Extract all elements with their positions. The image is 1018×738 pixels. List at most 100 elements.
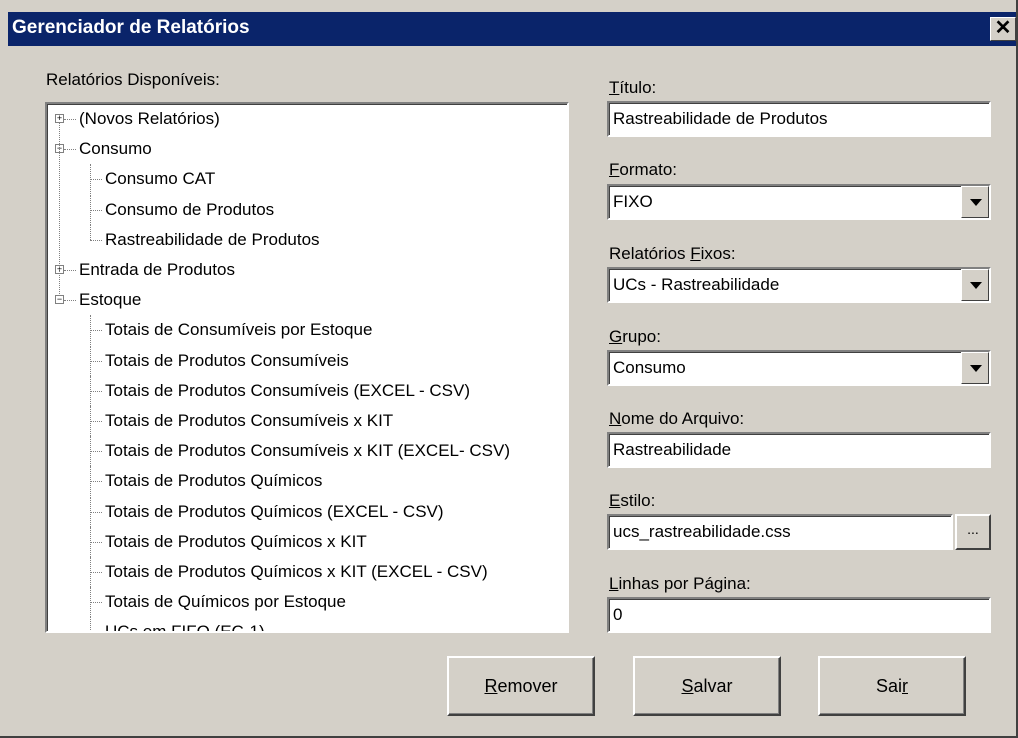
tree-report-item[interactable]: Totais de Produtos Consumíveis	[47, 345, 567, 376]
tree-report-item[interactable]: Totais de Produtos Químicos (EXCEL - CSV…	[47, 496, 567, 527]
nome-arquivo-input[interactable]: Rastreabilidade	[607, 432, 991, 468]
grupo-label: Grupo:	[609, 327, 661, 346]
chevron-down-icon	[970, 199, 982, 206]
close-button[interactable]: ✕	[990, 17, 1016, 41]
relatorios-fixos-select[interactable]: UCs - Rastreabilidade	[607, 267, 991, 303]
tree-connector	[90, 390, 102, 392]
tree-connector	[90, 602, 102, 604]
tree-item-label: UCs em FIFO (EC-1)	[105, 622, 265, 633]
estilo-label: Estilo:	[609, 491, 656, 510]
tree-connector	[64, 300, 76, 302]
tree-report-item[interactable]: Totais de Produtos Consumíveis x KIT	[47, 406, 567, 436]
tree-group-item[interactable]: Consumo −	[47, 134, 567, 164]
tree-connector	[90, 330, 102, 332]
grupo-value: Consumo	[613, 358, 686, 377]
tree-report-item[interactable]: Rastreabilidade de Produtos	[47, 224, 567, 255]
tree-item-label: Totais de Produtos Consumíveis	[105, 350, 349, 370]
tree-connector	[90, 511, 102, 513]
collapse-minus-icon[interactable]: −	[55, 295, 64, 305]
tree-connector	[90, 315, 91, 346]
relatorios-fixos-value: UCs - Rastreabilidade	[613, 275, 780, 294]
grupo-select[interactable]: Consumo	[607, 350, 991, 386]
tree-report-item[interactable]: Totais de Químicos por Estoque	[47, 587, 567, 618]
tree-connector	[90, 466, 91, 497]
linhas-por-pagina-input[interactable]: 0	[607, 597, 991, 633]
titulo-input[interactable]: Rastreabilidade de Produtos	[607, 101, 991, 137]
tree-item-label: Totais de Produtos Químicos	[105, 471, 323, 491]
tree-connector	[90, 481, 102, 483]
tree-report-item[interactable]: Totais de Produtos Consumíveis x KIT (EX…	[47, 436, 567, 467]
tree-report-item[interactable]: UCs em FIFO (EC-1)	[47, 617, 567, 633]
tree-connector	[90, 587, 91, 618]
tree-connector	[90, 209, 102, 211]
tree-item-label: Entrada de Produtos	[79, 260, 235, 279]
grupo-dropdown-button[interactable]	[961, 352, 989, 384]
tree-connector	[90, 526, 91, 557]
tree-item-label: Totais de Produtos Consumíveis x KIT (EX…	[105, 441, 511, 461]
tree-item-label: Totais de Produtos Químicos x KIT (EXCEL…	[105, 562, 488, 581]
chevron-down-icon	[970, 365, 982, 372]
tree-item-label: Totais de Produtos Químicos (EXCEL - CSV…	[105, 501, 444, 521]
close-icon: ✕	[994, 17, 1012, 39]
salvar-button[interactable]: Salvar	[633, 656, 781, 716]
formato-dropdown-button[interactable]	[961, 186, 989, 218]
tree-item-label: Totais de Consumíveis por Estoque	[105, 320, 373, 340]
tree-item-label: Consumo de Produtos	[105, 199, 275, 219]
tree-connector	[64, 119, 76, 120]
formato-select[interactable]: FIXO	[607, 184, 991, 220]
expand-plus-icon[interactable]: +	[55, 114, 64, 123]
tree-item-label: (Novos Relatórios)	[79, 109, 220, 128]
chevron-down-icon	[970, 282, 982, 289]
tree-group-item[interactable]: Entrada de Produtos +	[47, 255, 567, 285]
title-bar: Gerenciador de Relatórios ✕	[8, 12, 1016, 46]
formato-value: FIXO	[613, 192, 653, 211]
tree-item-label: Consumo CAT	[105, 169, 216, 189]
available-reports-label: Relatórios Disponíveis:	[46, 70, 220, 89]
tree-connector	[59, 123, 60, 297]
tree-item-label: Consumo	[79, 139, 152, 159]
reports-tree[interactable]: (Novos Relatórios) + Consumo − Consumo CAT Co…	[45, 102, 569, 633]
tree-connector	[90, 164, 91, 195]
tree-connector	[90, 345, 91, 376]
tree-item-label: Totais de Produtos Consumíveis x KIT	[105, 411, 394, 430]
titulo-label: Título:	[609, 78, 657, 97]
tree-connector	[90, 179, 102, 181]
tree-group-item[interactable]: Estoque −	[47, 285, 567, 315]
window-title: Gerenciador de Relatórios	[12, 17, 250, 38]
tree-connector	[90, 375, 91, 406]
tree-report-item[interactable]: Totais de Produtos Químicos	[47, 466, 567, 497]
tree-connector	[90, 617, 91, 631]
tree-group-item[interactable]: (Novos Relatórios) +	[47, 104, 567, 134]
tree-connector	[90, 239, 102, 241]
tree-item-label: Totais de Químicos por Estoque	[105, 592, 346, 612]
estilo-browse-button[interactable]: ...	[955, 514, 991, 550]
tree-connector	[90, 541, 102, 543]
reports-tree-viewport: (Novos Relatórios) + Consumo − Consumo CAT Co…	[47, 104, 567, 631]
tree-report-item[interactable]: Totais de Produtos Consumíveis (EXCEL - …	[47, 375, 567, 406]
tree-item-label: Estoque	[79, 290, 142, 310]
tree-item-label: Totais de Produtos Químicos x KIT	[105, 531, 367, 551]
tree-connector	[64, 270, 76, 271]
remover-button[interactable]: Remover	[447, 656, 595, 716]
relatorios-fixos-dropdown-button[interactable]	[961, 269, 989, 301]
tree-connector	[90, 496, 91, 527]
tree-connector	[64, 149, 76, 151]
tree-item-label: Totais de Produtos Consumíveis (EXCEL - …	[105, 380, 471, 400]
tree-connector	[90, 632, 102, 633]
tree-report-item[interactable]: Totais de Consumíveis por Estoque	[47, 315, 567, 346]
tree-connector	[90, 451, 102, 453]
tree-report-item[interactable]: Consumo CAT	[47, 164, 567, 195]
tree-report-item[interactable]: Totais de Produtos Químicos x KIT (EXCEL…	[47, 557, 567, 587]
tree-connector	[90, 194, 91, 225]
tree-item-label: Rastreabilidade de Produtos	[105, 229, 320, 249]
tree-connector	[90, 360, 102, 362]
tree-report-item[interactable]: Consumo de Produtos	[47, 194, 567, 225]
relatorios-fixos-label: Relatórios Fixos:	[609, 244, 736, 263]
tree-connector	[90, 557, 91, 587]
estilo-input[interactable]: ucs_rastreabilidade.css	[607, 514, 953, 550]
tree-connector	[90, 406, 91, 436]
tree-connector	[90, 224, 91, 240]
sair-button[interactable]: Sair	[818, 656, 966, 716]
tree-report-item[interactable]: Totais de Produtos Químicos x KIT	[47, 526, 567, 557]
report-manager-dialog: Gerenciador de Relatórios ✕ Relatórios D…	[0, 0, 1018, 738]
